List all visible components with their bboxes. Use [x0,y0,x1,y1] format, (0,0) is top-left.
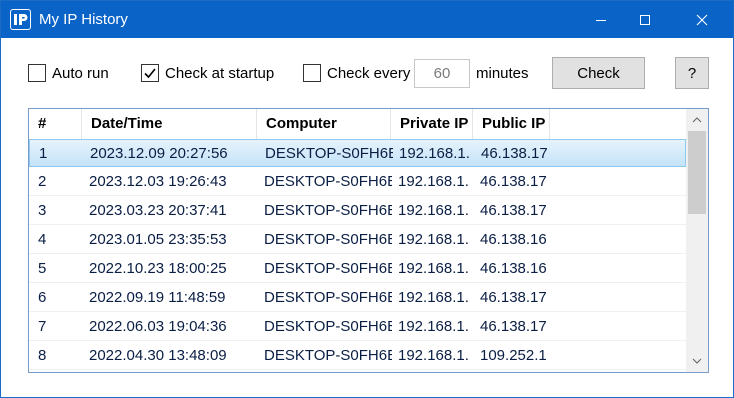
check-at-startup-checkbox[interactable] [141,64,159,82]
cell-number: 3 [38,202,47,219]
cell-number: 7 [38,318,47,335]
cell-private-ip: 192.168.1. [398,231,469,248]
cell-private-ip: 192.168.1. [398,260,469,277]
cell-private-ip: 192.168.1. [398,202,469,219]
vertical-scrollbar[interactable] [686,109,708,372]
cell-computer: DESKTOP-S0FH6B [264,289,392,306]
cell-number: 2 [38,173,47,190]
table-row[interactable]: 8 2022.04.30 13:48:09 DESKTOP-S0FH6B 192.16… [29,342,686,370]
column-header-number[interactable]: # [29,109,82,139]
table-row[interactable]: 3 2023.03.23 20:37:41 DESKTOP-S0FH6B 192.16… [29,197,686,225]
cell-computer: DESKTOP-S0FH6B [264,318,392,335]
cell-computer: DESKTOP-S0FH6B [265,145,393,162]
cell-number: 6 [38,289,47,306]
cell-computer: DESKTOP-S0FH6B [264,173,392,190]
interval-minutes-input[interactable] [414,59,470,88]
cell-computer: DESKTOP-S0FH6B [264,260,392,277]
cell-public-ip: 46.138.17 [481,145,548,162]
scroll-up-arrow-icon[interactable] [686,109,708,131]
maximize-button[interactable] [622,1,668,38]
cell-private-ip: 192.168.1. [398,347,469,364]
cell-computer: DESKTOP-S0FH6B [264,231,392,248]
minutes-label: minutes [476,65,529,82]
cell-datetime: 2023.03.23 20:37:41 [89,202,227,219]
ip-logo-icon [10,9,31,30]
cell-public-ip: 46.138.16 [480,260,547,277]
table-row[interactable]: 7 2022.06.03 19:04:36 DESKTOP-S0FH6B 192.16… [29,313,686,341]
close-button[interactable] [679,1,725,38]
table-row[interactable]: 2 2023.12.03 19:26:43 DESKTOP-S0FH6B 192.16… [29,168,686,196]
cell-datetime: 2022.06.03 19:04:36 [89,318,227,335]
title-bar[interactable]: My IP History [1,1,733,38]
cell-private-ip: 192.168.1. [398,318,469,335]
scroll-down-arrow-icon[interactable] [686,350,708,372]
cell-private-ip: 192.168.1. [398,289,469,306]
cell-datetime: 2022.10.23 18:00:25 [89,260,227,277]
ip-history-table[interactable]: # Date/Time Computer Private IP Public I… [28,108,709,373]
cell-public-ip: 46.138.16 [480,231,547,248]
cell-datetime: 2023.12.09 20:27:56 [90,145,228,162]
auto-run-label[interactable]: Auto run [52,65,109,82]
table-row[interactable]: 4 2023.01.05 23:35:53 DESKTOP-S0FH6B 192.16… [29,226,686,254]
cell-number: 8 [38,347,47,364]
cell-datetime: 2023.01.05 23:35:53 [89,231,227,248]
table-row[interactable]: 5 2022.10.23 18:00:25 DESKTOP-S0FH6B 192.16… [29,255,686,283]
cell-public-ip: 46.138.17 [480,173,547,190]
cell-number: 1 [39,145,48,162]
cell-computer: DESKTOP-S0FH6B [264,347,392,364]
cell-private-ip: 192.168.1. [398,173,469,190]
check-every-checkbox[interactable] [303,64,321,82]
cell-public-ip: 46.138.17 [480,289,547,306]
column-header-datetime[interactable]: Date/Time [82,109,257,139]
cell-datetime: 2023.12.03 19:26:43 [89,173,227,190]
cell-datetime: 2022.04.30 13:48:09 [89,347,227,364]
cell-public-ip: 46.138.17 [480,202,547,219]
cell-computer: DESKTOP-S0FH6B [264,202,392,219]
check-button[interactable]: Check [552,57,645,89]
cell-public-ip: 109.252.1 [480,347,547,364]
checkmark-icon [144,68,156,79]
help-button[interactable]: ? [675,57,709,89]
cell-number: 5 [38,260,47,277]
check-at-startup-label[interactable]: Check at startup [165,65,274,82]
check-every-label[interactable]: Check every [327,65,410,82]
scroll-thumb[interactable] [688,131,706,214]
column-header-computer[interactable]: Computer [257,109,391,139]
auto-run-checkbox[interactable] [28,64,46,82]
cell-number: 4 [38,231,47,248]
column-header-private-ip[interactable]: Private IP [391,109,473,139]
window-title: My IP History [39,11,128,28]
cell-private-ip: 192.168.1. [399,145,470,162]
column-header-public-ip[interactable]: Public IP [473,109,550,139]
table-row[interactable]: 1 2023.12.09 20:27:56 DESKTOP-S0FH6B 192.16… [29,139,686,167]
cell-public-ip: 46.138.17 [480,318,547,335]
cell-datetime: 2022.09.19 11:48:59 [89,289,226,306]
table-header: # Date/Time Computer Private IP Public I… [29,109,686,139]
app-window: My IP History Auto run Check at startup … [0,0,734,398]
table-row[interactable]: 6 2022.09.19 11:48:59 DESKTOP-S0FH6B 192.16… [29,284,686,312]
minimize-button[interactable] [578,1,624,38]
